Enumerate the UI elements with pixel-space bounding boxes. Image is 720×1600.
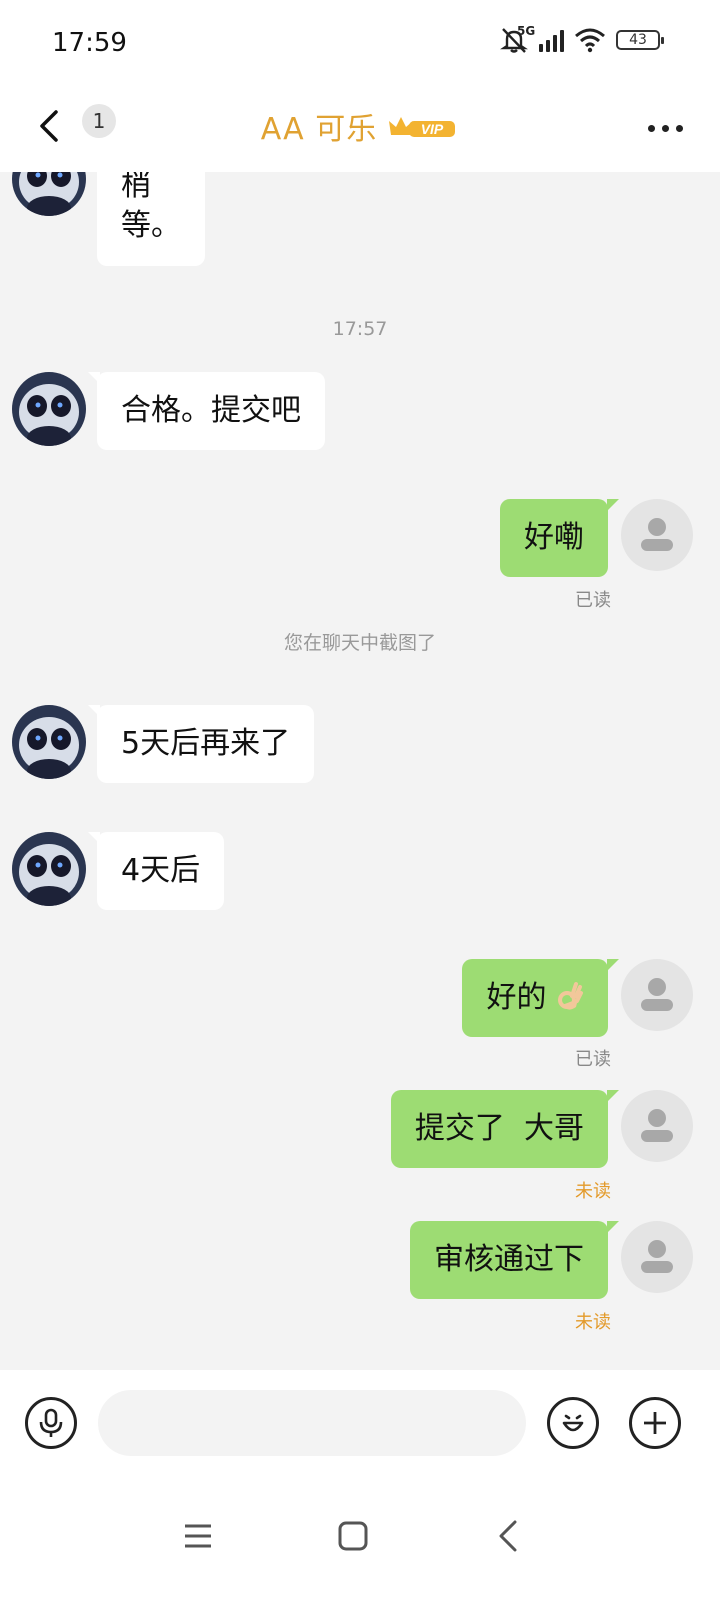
message-text: 好嘞 [524, 520, 584, 555]
chevron-left-icon [499, 1520, 517, 1552]
message-bubble-incoming[interactable]: 5天后再来了 [87, 705, 315, 783]
microphone-icon [39, 1408, 63, 1437]
battery-level: 43 [629, 32, 647, 48]
status-time: 17:59 [52, 28, 127, 58]
message-bubble-incoming[interactable]: 4天后 [87, 832, 225, 910]
plus-icon [644, 1412, 666, 1434]
message-input[interactable] [98, 1390, 526, 1456]
panda-avatar-icon [12, 705, 86, 779]
wifi-icon [575, 28, 605, 53]
chat-title[interactable]: AA 可乐 VIP [0, 104, 720, 148]
vip-badge-text: VIP [421, 121, 444, 137]
timestamp: 17:57 [332, 318, 388, 340]
panda-avatar-icon [12, 372, 86, 446]
my-avatar[interactable] [621, 499, 693, 571]
user-placeholder-icon [641, 518, 673, 551]
message-bubble-incoming[interactable]: 合格。提交吧 [88, 372, 325, 450]
unread-status: 未读 [575, 1312, 611, 1333]
unread-status: 未读 [575, 1181, 611, 1202]
menu-icon [185, 1524, 211, 1548]
message-text: 审核通过下 [434, 1242, 584, 1277]
more-options-button[interactable] [640, 108, 690, 148]
system-notice: 您在聊天中截图了 [283, 632, 436, 654]
status-bar: 17:59 5G 43 [0, 0, 720, 86]
chat-messages[interactable]: 梢 等。 17:57 合格。提交吧 好嘞 已读 您在聊天中截图了 5天后再来了 … [0, 172, 720, 1370]
home-button[interactable] [323, 1506, 383, 1566]
message-bubble-outgoing[interactable]: 好的 [462, 959, 619, 1037]
contact-avatar[interactable] [12, 705, 86, 779]
ok-hand-icon [558, 982, 583, 1010]
contact-avatar[interactable] [12, 172, 86, 216]
voice-button[interactable] [25, 1397, 77, 1449]
panda-avatar-icon [12, 172, 86, 216]
message-text: 合格。提交吧 [121, 393, 301, 428]
read-status: 已读 [575, 590, 611, 611]
message-bubble-incoming[interactable]: 梢 等。 [97, 172, 205, 266]
chat-header: 1 AA 可乐 VIP [0, 86, 720, 172]
system-navigation-bar [0, 1476, 720, 1600]
my-avatar[interactable] [621, 1221, 693, 1293]
contact-avatar[interactable] [12, 372, 86, 446]
emoji-button[interactable] [547, 1397, 599, 1449]
cellular-signal-icon: 5G [517, 24, 564, 52]
message-bubble-outgoing[interactable]: 审核通过下 [410, 1221, 619, 1299]
read-status: 已读 [575, 1049, 611, 1070]
message-bubble-outgoing[interactable]: 好嘞 [500, 499, 619, 577]
square-icon [338, 1521, 368, 1551]
crown-icon: VIP [389, 117, 456, 137]
message-text-line: 梢 [121, 172, 151, 203]
message-input-bar [0, 1370, 720, 1476]
message-text: 4天后 [121, 853, 201, 888]
user-placeholder-icon [641, 1240, 673, 1273]
status-icons: 5G 43 [499, 24, 664, 54]
vip-badge: VIP [387, 111, 459, 141]
message-text: 好的 [486, 980, 547, 1015]
more-actions-button[interactable] [629, 1397, 681, 1449]
smiley-icon [562, 1414, 584, 1432]
system-back-button[interactable] [478, 1506, 538, 1566]
contact-name: AA 可乐 [260, 112, 378, 147]
user-placeholder-icon [641, 978, 673, 1011]
message-text-line: 等。 [121, 208, 181, 243]
my-avatar[interactable] [621, 959, 693, 1031]
recent-apps-button[interactable] [168, 1506, 228, 1566]
user-placeholder-icon [641, 1109, 673, 1142]
message-text: 提交了 大哥 [414, 1111, 584, 1146]
network-type: 5G [517, 24, 536, 38]
battery-icon: 43 [616, 30, 664, 50]
panda-avatar-icon [12, 832, 86, 906]
my-avatar[interactable] [621, 1090, 693, 1162]
message-bubble-outgoing[interactable]: 提交了 大哥 [390, 1090, 620, 1168]
contact-avatar[interactable] [12, 832, 86, 906]
message-text: 5天后再来了 [121, 726, 291, 761]
